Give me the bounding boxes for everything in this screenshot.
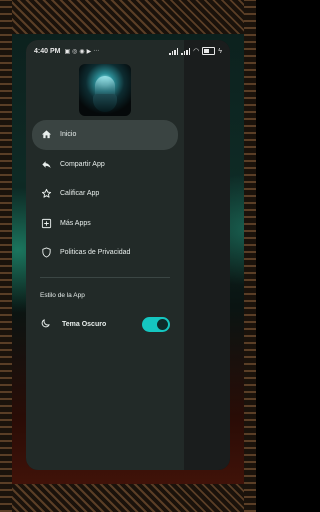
- ornament-border-bottom: [0, 484, 256, 512]
- system-icons: ◠ ϟ: [169, 47, 222, 55]
- status-time: 4:40 PM: [34, 47, 61, 55]
- ornament-border-left: [0, 0, 12, 512]
- gallery-icon: ▣: [64, 48, 71, 55]
- whatsapp-icon: ◉: [79, 48, 85, 55]
- menu-item-compartir[interactable]: Compartir App: [26, 150, 184, 180]
- navigation-drawer: Inicio Compartir App Calificar App Más A…: [26, 40, 184, 470]
- dark-theme-row[interactable]: Tema Oscuro: [40, 314, 170, 334]
- toggle-knob: [157, 318, 168, 330]
- star-icon: [40, 188, 52, 200]
- ornament-border-right: [244, 0, 256, 512]
- more-icon: ···: [93, 48, 100, 54]
- menu-item-label: Compartir App: [60, 160, 105, 168]
- wifi-icon: ◠: [193, 48, 200, 55]
- drawer-menu: Inicio Compartir App Calificar App Más A…: [26, 120, 184, 268]
- shield-icon: [40, 247, 52, 259]
- instagram-icon: ◎: [72, 48, 78, 55]
- notification-icons: ▣ ◎ ◉ ▶ ···: [64, 48, 99, 55]
- add-box-icon: [40, 217, 52, 229]
- menu-item-label: Inicio: [60, 131, 77, 139]
- menu-item-mas-apps[interactable]: Más Apps: [26, 209, 184, 239]
- menu-item-calificar[interactable]: Calificar App: [26, 179, 184, 209]
- dark-theme-label: Tema Oscuro: [62, 320, 107, 328]
- menu-item-label: Calificar App: [60, 190, 100, 198]
- menu-item-label: Más Apps: [60, 219, 91, 227]
- charging-icon: ϟ: [218, 47, 222, 55]
- phone-screen: 4:40 PM ▣ ◎ ◉ ▶ ··· ◠ ϟ Inicio Compartir…: [26, 40, 230, 470]
- logo-beard: [93, 94, 117, 112]
- ornament-border-top: [0, 0, 256, 34]
- battery-icon: [202, 47, 216, 55]
- youtube-icon: ▶: [86, 48, 92, 55]
- section-title: Estilo de la App: [40, 292, 85, 299]
- dark-theme-toggle[interactable]: [142, 316, 170, 332]
- share-icon: [40, 158, 52, 170]
- status-bar: 4:40 PM ▣ ◎ ◉ ▶ ··· ◠ ϟ: [26, 40, 230, 62]
- drawer-divider: [40, 277, 170, 278]
- home-icon: [40, 129, 52, 141]
- app-logo: [79, 64, 131, 116]
- menu-item-privacidad[interactable]: Politicas de Privacidad: [26, 238, 184, 268]
- moon-icon: [40, 318, 52, 330]
- signal-icon-2: [181, 47, 191, 55]
- menu-item-label: Politicas de Privacidad: [60, 249, 131, 257]
- dimmed-content[interactable]: [184, 40, 230, 470]
- menu-item-inicio[interactable]: Inicio: [32, 120, 178, 150]
- signal-icon: [169, 47, 179, 55]
